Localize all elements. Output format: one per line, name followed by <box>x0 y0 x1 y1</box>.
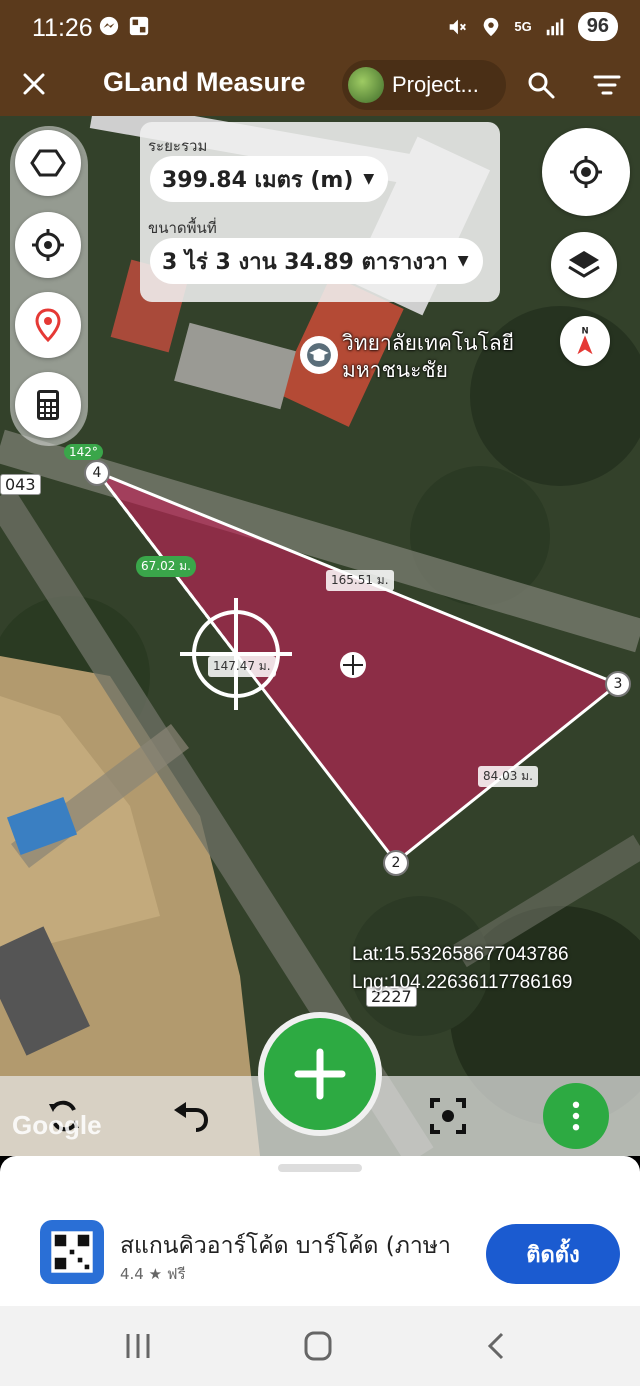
svg-text:N: N <box>581 326 588 336</box>
location-pin-icon <box>35 308 61 343</box>
compass-icon: N <box>577 326 593 355</box>
layers-icon <box>568 251 600 278</box>
mute-icon <box>450 19 467 34</box>
my-location-button[interactable] <box>542 128 630 216</box>
sheet-drag-handle[interactable] <box>278 1164 362 1172</box>
search-icon[interactable] <box>526 70 556 100</box>
calculator-icon <box>37 390 59 420</box>
road-number-left: 043 <box>0 474 41 495</box>
area-unit-selector[interactable]: 3 ไร่ 3 งาน 34.89 ตารางวา ▼ <box>150 238 483 284</box>
install-button[interactable]: ติดตั้ง <box>486 1224 620 1284</box>
chevron-down-icon: ▼ <box>457 253 469 269</box>
app-bar: GLand Measure Project... <box>0 56 640 116</box>
location-status-icon <box>484 17 499 36</box>
longitude-readout: Lng:104.22636117786169 <box>352 972 573 993</box>
ad-title: สแกนคิวอาร์โค้ด บาร์โค้ด (ภาษา <box>120 1233 451 1259</box>
qr-app-icon <box>40 1220 104 1284</box>
more-vertical-icon <box>572 1101 580 1131</box>
battery-level: 96 <box>577 12 618 41</box>
latitude-readout: Lat:15.532658677043786 <box>352 944 569 965</box>
close-icon[interactable] <box>18 68 50 100</box>
distance-value: 399.84 เมตร (m) <box>162 167 354 193</box>
pin-tool-button[interactable] <box>15 292 81 358</box>
signal-icon <box>546 18 563 35</box>
status-bar: 11:26 5G 96 <box>0 0 640 56</box>
area-label: ขนาดพื้นที่ <box>148 219 217 237</box>
back-icon[interactable] <box>478 1328 518 1364</box>
plus-icon <box>294 1048 346 1100</box>
network-type: 5G <box>514 19 532 34</box>
segment-length-label: 67.02 ม. <box>136 556 196 577</box>
vertex-marker[interactable]: 3 <box>605 671 631 697</box>
distance-label: ระยะรวม <box>148 137 208 155</box>
map-view[interactable]: ระยะรวม 399.84 เมตร (m) ▼ ขนาดพื้นที่ 3 … <box>0 116 640 1156</box>
project-selector[interactable]: Project... <box>342 60 506 110</box>
bottom-sheet <box>0 1156 640 1206</box>
status-time: 11:26 <box>32 14 93 42</box>
ad-banner[interactable]: สแกนคิวอาร์โค้ด บาร์โค้ด (ภาษา 4.4 ★ ฟรี… <box>0 1206 640 1306</box>
system-nav-bar <box>0 1306 640 1386</box>
school-marker-icon[interactable] <box>300 336 338 374</box>
angle-label: 142° <box>64 444 103 460</box>
messenger-icon <box>99 16 119 36</box>
google-attribution: Google <box>12 1110 102 1140</box>
app-title: GLand Measure <box>103 67 306 97</box>
segment-length-label: 147.47 ม. <box>208 656 276 677</box>
focus-icon[interactable] <box>428 1096 468 1136</box>
vertex-marker[interactable]: 2 <box>383 850 409 876</box>
polygon-icon <box>30 149 66 177</box>
layers-button[interactable] <box>551 232 617 298</box>
more-options-button[interactable] <box>543 1083 609 1149</box>
my-location-icon <box>570 156 602 188</box>
place-name[interactable]: วิทยาลัยเทคโนโลยี มหาชนะชัย <box>342 330 514 384</box>
project-label: Project... <box>392 72 479 97</box>
area-value: 3 ไร่ 3 งาน 34.89 ตารางวา <box>162 249 448 275</box>
project-thumbnail <box>348 67 384 103</box>
calculator-button[interactable] <box>15 372 81 438</box>
recent-apps-icon[interactable] <box>118 1328 158 1364</box>
gps-tool-button[interactable] <box>15 212 81 278</box>
compass-button[interactable]: N <box>560 316 610 366</box>
distance-unit-selector[interactable]: 399.84 เมตร (m) ▼ <box>150 156 389 202</box>
segment-length-label: 165.51 ม. <box>326 570 394 591</box>
app-notification-icon <box>129 16 149 36</box>
crosshair-icon <box>32 229 64 261</box>
ad-rating: 4.4 ★ ฟรี <box>120 1265 186 1283</box>
vertex-marker[interactable]: 4 <box>84 460 110 486</box>
undo-icon[interactable] <box>170 1096 210 1136</box>
add-point-button[interactable] <box>258 1012 382 1136</box>
polygon-tool-button[interactable] <box>15 130 81 196</box>
filter-icon[interactable] <box>592 70 622 100</box>
segment-length-label: 84.03 ม. <box>478 766 538 787</box>
measurement-panel: ระยะรวม 399.84 เมตร (m) ▼ ขนาดพื้นที่ 3 … <box>140 122 500 302</box>
chevron-down-icon: ▼ <box>363 171 375 187</box>
home-icon[interactable] <box>298 1328 338 1364</box>
